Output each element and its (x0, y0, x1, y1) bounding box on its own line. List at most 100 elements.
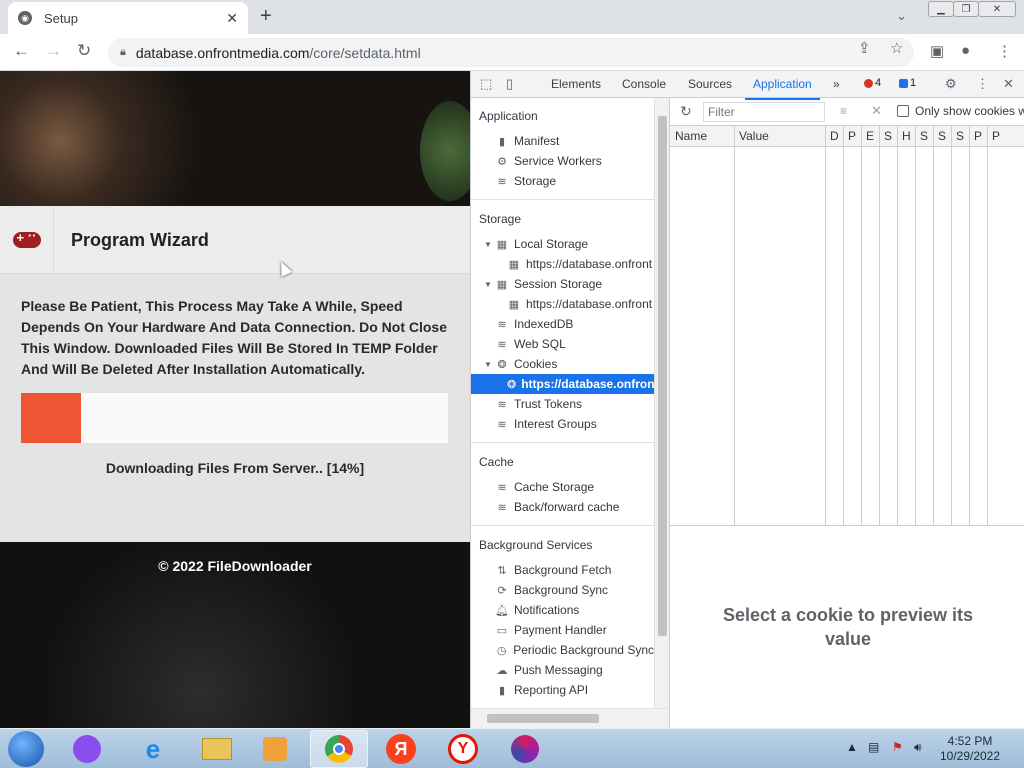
sidebar-item-cache-storage[interactable]: ≋ Cache Storage (471, 477, 654, 497)
share-icon[interactable]: ⇪ (858, 39, 871, 57)
taskbar-app-icon[interactable] (496, 730, 554, 768)
sidebar-item-payment-handler[interactable]: ▭ Payment Handler (471, 620, 654, 640)
profile-avatar-icon[interactable]: ● (961, 42, 970, 59)
column-header[interactable]: H (902, 129, 914, 143)
column-divider[interactable] (969, 126, 970, 526)
column-header[interactable]: S (938, 129, 950, 143)
forward-icon[interactable]: → (45, 41, 62, 61)
taskbar-media-player-icon[interactable] (246, 730, 304, 768)
sidebar-vertical-scrollbar[interactable] (654, 98, 669, 708)
taskbar-yandex-browser-icon[interactable]: Y (434, 730, 492, 768)
tab-console[interactable]: Console (622, 77, 666, 91)
clear-filtered-icon[interactable]: ≡ (840, 104, 847, 118)
cookie-filter-input[interactable] (703, 102, 825, 122)
maximize-button[interactable]: ❐ (953, 1, 979, 17)
inspect-element-icon[interactable]: ⬚ (480, 76, 492, 92)
more-tabs-button[interactable]: » (833, 77, 840, 91)
sidebar-item-back-forward-cache[interactable]: ≋ Back/forward cache (471, 497, 654, 517)
column-divider[interactable] (879, 126, 880, 526)
expand-triangle-icon[interactable]: ▼ (483, 360, 493, 369)
address-bar[interactable]: 🔒︎ database.onfrontmedia.com/core/setdat… (108, 38, 914, 67)
column-divider[interactable] (861, 126, 862, 526)
column-header[interactable]: P (974, 129, 986, 143)
taskbar-clock[interactable]: 4:52 PM 10/29/2022 (930, 734, 1010, 764)
expand-triangle-icon[interactable]: ▼ (483, 240, 493, 249)
tab-sources[interactable]: Sources (688, 77, 732, 91)
tab-search-icon[interactable]: ⌄ (896, 8, 907, 24)
sidebar-item-trust-tokens[interactable]: ≋ Trust Tokens (471, 394, 654, 414)
column-divider[interactable] (951, 126, 952, 526)
tab-application[interactable]: Application (745, 77, 820, 100)
message-badge[interactable]: 1 (899, 77, 916, 89)
sidebar-item-cookies-origin[interactable]: ❂ https://database.onfront (471, 374, 654, 394)
volume-icon[interactable]: 🔊︎ (914, 740, 922, 755)
new-tab-button[interactable]: + (260, 5, 272, 28)
sidebar-horizontal-scrollbar[interactable] (471, 708, 669, 728)
column-divider[interactable] (825, 126, 826, 526)
expand-triangle-icon[interactable]: ▼ (483, 280, 493, 289)
column-header[interactable]: S (920, 129, 932, 143)
taskbar-file-explorer-icon[interactable] (188, 730, 246, 768)
settings-gear-icon[interactable]: ⚙ (945, 76, 957, 92)
sidebar-item-interest-groups[interactable]: ≋ Interest Groups (471, 414, 654, 434)
taskbar-internet-explorer-icon[interactable]: e (124, 730, 182, 768)
devtools-menu-icon[interactable]: ⋮ (976, 76, 989, 92)
column-header[interactable]: S (884, 129, 896, 143)
device-toolbar-icon[interactable]: ▯ (506, 76, 513, 92)
column-divider[interactable] (987, 126, 988, 526)
sidebar-item-local-storage-origin[interactable]: ▦ https://database.onfront (471, 254, 654, 274)
delete-icon[interactable]: ✕ (871, 103, 882, 119)
browser-menu-icon[interactable]: ⋮ (997, 42, 1012, 60)
error-badge[interactable]: 4 (864, 77, 881, 89)
minimize-button[interactable]: ▁ (928, 1, 954, 17)
sidebar-item-push-messaging[interactable]: ☁ Push Messaging (471, 660, 654, 680)
refresh-icon[interactable]: ↻ (680, 103, 692, 120)
reload-icon[interactable]: ↻ (77, 41, 91, 61)
sidebar-item-session-storage-origin[interactable]: ▦ https://database.onfront (471, 294, 654, 314)
close-devtools-icon[interactable]: ✕ (1003, 76, 1014, 92)
column-divider[interactable] (843, 126, 844, 526)
sidebar-item-local-storage[interactable]: ▼ ▦ Local Storage (471, 234, 654, 254)
sidebar-item-service-workers[interactable]: ⚙ Service Workers (471, 151, 654, 171)
sidebar-item-manifest[interactable]: ▮ Manifest (471, 131, 654, 151)
sidebar-item-indexeddb[interactable]: ≋ IndexedDB (471, 314, 654, 334)
sidebar-item-web-sql[interactable]: ≋ Web SQL (471, 334, 654, 354)
start-button[interactable] (8, 731, 44, 767)
url-text[interactable]: database.onfrontmedia.com/core/setdata.h… (136, 45, 421, 61)
browser-tab[interactable]: ◉ Setup ✕ (8, 2, 248, 34)
close-window-button[interactable]: ✕ (978, 1, 1016, 17)
sidebar-item-notifications[interactable]: 🔔︎ Notifications (471, 600, 654, 620)
only-show-issues-checkbox[interactable] (897, 105, 909, 117)
scrollbar-thumb[interactable] (658, 116, 667, 636)
taskbar-chrome-icon[interactable] (310, 730, 368, 768)
sidebar-item-periodic-background-sync[interactable]: ◷ Periodic Background Sync (471, 640, 654, 660)
sidebar-item-background-fetch[interactable]: ⇅ Background Fetch (471, 560, 654, 580)
column-header[interactable]: D (830, 129, 842, 143)
sidebar-item-session-storage[interactable]: ▼ ▦ Session Storage (471, 274, 654, 294)
column-header[interactable]: S (956, 129, 968, 143)
network-icon[interactable]: ▤ (868, 740, 879, 754)
column-header[interactable]: P (848, 129, 860, 143)
scrollbar-thumb[interactable] (487, 714, 599, 723)
tab-elements[interactable]: Elements (551, 77, 601, 91)
side-panel-icon[interactable]: ▣ (930, 42, 944, 60)
lock-icon[interactable]: 🔒︎ (120, 46, 126, 59)
sidebar-item-storage[interactable]: ≋ Storage (471, 171, 654, 191)
sidebar-item-reporting-api[interactable]: ▮ Reporting API (471, 680, 654, 700)
column-header[interactable]: Value (739, 129, 824, 143)
column-header[interactable]: P (992, 129, 1024, 143)
taskbar-yandex-icon[interactable]: Я (372, 730, 430, 768)
bookmark-star-icon[interactable]: ☆ (890, 39, 903, 57)
column-header[interactable]: Name (675, 129, 733, 143)
sidebar-item-cookies[interactable]: ▼ ❂ Cookies (471, 354, 654, 374)
close-tab-icon[interactable]: ✕ (226, 10, 238, 27)
taskbar-alice-icon[interactable] (58, 730, 116, 768)
column-header[interactable]: E (866, 129, 878, 143)
column-divider[interactable] (897, 126, 898, 526)
column-divider[interactable] (734, 126, 735, 526)
column-divider[interactable] (915, 126, 916, 526)
sidebar-item-background-sync[interactable]: ⟳ Background Sync (471, 580, 654, 600)
column-divider[interactable] (933, 126, 934, 526)
back-icon[interactable]: ← (13, 41, 30, 61)
action-center-icon[interactable]: ⚑ (892, 740, 903, 754)
